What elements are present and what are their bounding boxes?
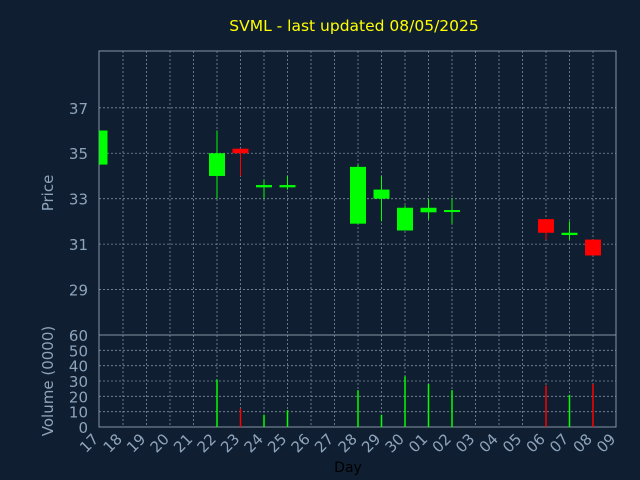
volume-bar-25: [286, 410, 289, 427]
volume-bar-28: [357, 390, 359, 427]
price-tick-label: 37: [69, 100, 88, 118]
candle-30: [397, 205, 413, 231]
volume-bar-23: [239, 408, 242, 427]
candle-body: [397, 207, 413, 231]
price-tick-label: 33: [69, 191, 88, 209]
price-tick-label: 29: [69, 282, 88, 300]
candle-body: [420, 207, 437, 213]
candle-body: [99, 130, 108, 165]
candle-body: [256, 185, 272, 188]
candle-body: [232, 148, 249, 154]
volume-bar-08: [592, 384, 594, 427]
candle-body: [209, 153, 225, 176]
candle-28: [350, 164, 366, 224]
candle-17: [99, 130, 108, 165]
price-axis-label: Price: [39, 175, 57, 212]
volume-tick-label: 60: [69, 327, 88, 345]
chart-title: SVML - last updated 08/05/2025: [229, 17, 479, 35]
candle-body: [585, 239, 601, 256]
volume-tick-labels: 0102030405060: [69, 327, 88, 437]
volume-bar-02: [451, 390, 453, 427]
day-tick-labels: 1718192021222324252627282930010203040506…: [76, 430, 619, 456]
candle-body: [373, 189, 390, 199]
volume-tick-label: 40: [69, 358, 88, 376]
price-tick-label: 31: [69, 236, 88, 254]
volume-bar-24: [263, 414, 265, 427]
volume-bar-22: [216, 379, 218, 427]
candle-body: [538, 219, 554, 233]
candle-body: [350, 166, 366, 224]
volume-bar-29: [380, 414, 383, 427]
x-axis-label: Day: [334, 460, 362, 476]
volume-bar-06: [545, 385, 547, 427]
volume-tick-label: 30: [69, 373, 88, 391]
volume-bar-30: [404, 376, 406, 427]
volume-tick-label: 50: [69, 342, 88, 360]
candle-body: [444, 210, 460, 213]
price-tick-label: 35: [69, 145, 88, 163]
volume-axis-label: Volume (0000): [39, 326, 57, 436]
chart-background: [0, 0, 640, 480]
volume-bar-07: [568, 394, 571, 427]
candlestick-chart: SVML - last updated 08/05/2025 29 31 33 35 3…: [0, 0, 640, 480]
candle-08: [585, 239, 601, 256]
volume-tick-label: 20: [69, 388, 88, 406]
candle-body: [279, 185, 296, 188]
volume-bar-01: [427, 384, 430, 427]
volume-tick-label: 10: [69, 404, 88, 422]
candle-body: [561, 232, 578, 236]
